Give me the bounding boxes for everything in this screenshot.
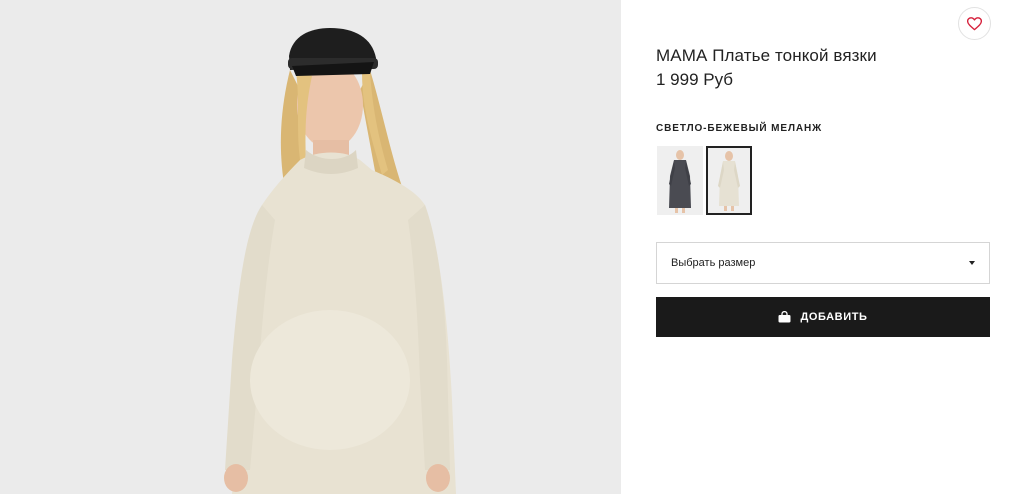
add-to-cart-button[interactable]: ДОБАВИТЬ: [656, 297, 990, 337]
selected-color-name: СВЕТЛО-БЕЖЕВЫЙ МЕЛАНЖ: [656, 123, 823, 134]
size-select-dropdown[interactable]: Выбрать размер: [656, 242, 990, 284]
heart-icon: [967, 16, 982, 30]
product-price: 1 999 Руб: [656, 70, 734, 89]
product-photo: [0, 0, 621, 494]
color-swatch-dark-grey[interactable]: [657, 146, 703, 215]
dark-dress-thumbnail: [657, 146, 703, 215]
size-select-placeholder: Выбрать размер: [671, 257, 756, 269]
model-image: [0, 0, 621, 494]
product-title: МАМА Платье тонкой вязки: [656, 46, 877, 65]
color-swatch-light-beige[interactable]: [706, 146, 752, 215]
product-info-panel: МАМА Платье тонкой вязки 1 999 Руб СВЕТЛ…: [621, 0, 1024, 494]
caret-down-icon: [969, 261, 975, 265]
beige-dress-thumbnail: [708, 148, 750, 213]
add-to-favorites-button[interactable]: [958, 7, 991, 40]
add-to-cart-label: ДОБАВИТЬ: [800, 311, 868, 323]
shopping-bag-icon: [778, 311, 791, 323]
